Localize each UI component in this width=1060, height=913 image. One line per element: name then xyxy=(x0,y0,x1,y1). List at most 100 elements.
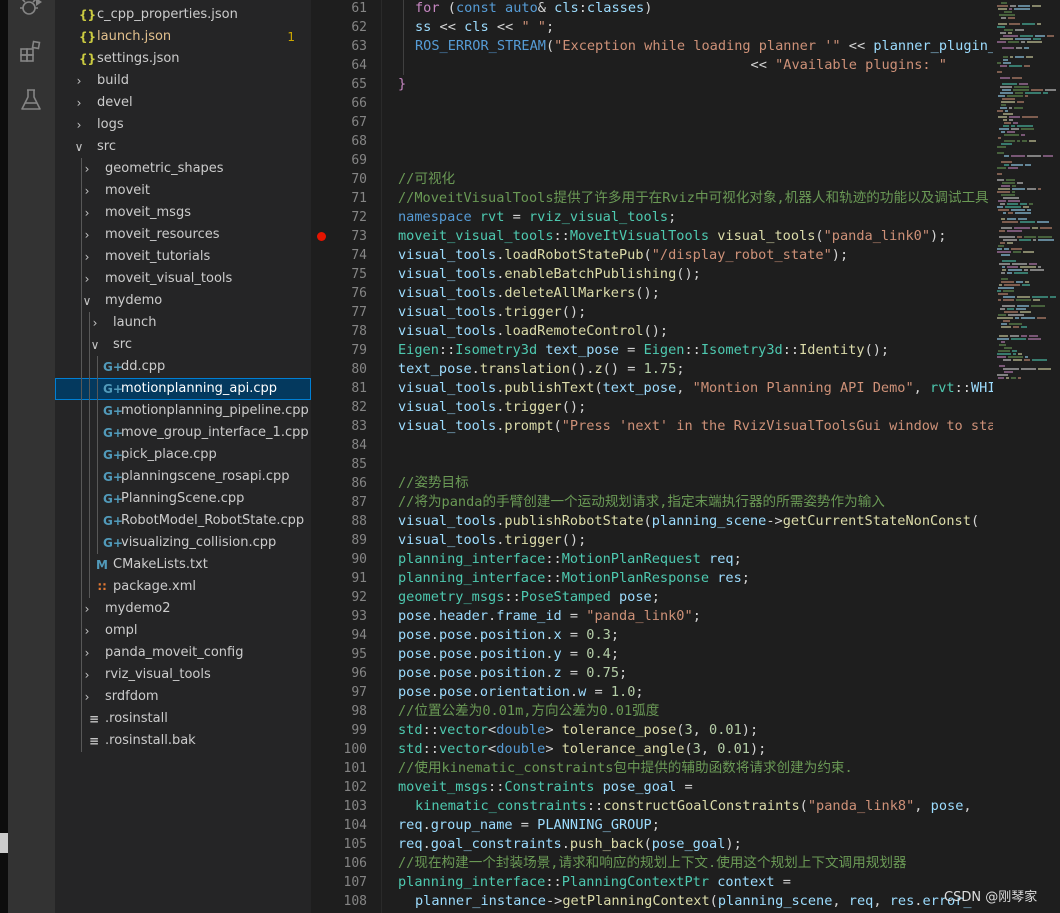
code-line[interactable]: namespace rvt = rviz_visual_tools; xyxy=(398,208,676,227)
code-line[interactable]: //MoveitVisualTools提供了许多用于在Rviz中可视化对象,机器… xyxy=(398,189,989,208)
code-line[interactable]: req.group_name = PLANNING_GROUP; xyxy=(398,816,660,835)
code-line[interactable]: planning_interface::MotionPlanRequest re… xyxy=(398,550,742,569)
tree-folder[interactable]: › moveit_msgs xyxy=(55,202,311,224)
code-line[interactable]: text_pose.translation().z() = 1.75; xyxy=(398,360,685,379)
code-line[interactable]: visual_tools.trigger(); xyxy=(398,303,586,322)
line-number-gutter[interactable]: 61 62 63 64 65 66 67 68 69 70 71 72 73 74 75 76 77 78 79 80… xyxy=(311,0,382,913)
code-line[interactable]: pose.pose.position.y = 0.4; xyxy=(398,645,619,664)
chevron-down-icon[interactable]: ∨ xyxy=(73,136,85,158)
chevron-right-icon[interactable]: › xyxy=(73,70,85,92)
tree-file[interactable]: G+ move_group_interface_1.cpp xyxy=(55,422,311,444)
code-line[interactable]: std::vector<double> tolerance_pose(3, 0.… xyxy=(398,721,758,740)
chevron-right-icon[interactable]: › xyxy=(81,598,93,620)
tree-file[interactable]: G+ motionplanning_pipeline.cpp xyxy=(55,400,311,422)
chevron-right-icon[interactable]: › xyxy=(81,158,93,180)
tree-folder[interactable]: › geometric_shapes xyxy=(55,158,311,180)
chevron-right-icon[interactable]: › xyxy=(81,664,93,686)
code-line[interactable]: visual_tools.enableBatchPublishing(); xyxy=(398,265,701,284)
tree-folder[interactable]: ∨ mydemo xyxy=(55,290,311,312)
code-line[interactable]: planning_interface::PlanningContextPtr c… xyxy=(398,873,791,892)
code-line[interactable]: std::vector<double> tolerance_angle(3, 0… xyxy=(398,740,766,759)
code-line[interactable]: //将为panda的手臂创建一个运动规划请求,指定末端执行器的所需姿势作为输入 xyxy=(398,493,885,512)
code-editor[interactable]: 61 62 63 64 65 66 67 68 69 70 71 72 73 74 75 76 77 78 79 80… xyxy=(311,0,1060,913)
code-line[interactable]: geometry_msgs::PoseStamped pose; xyxy=(398,588,660,607)
chevron-right-icon[interactable]: › xyxy=(81,180,93,202)
code-line[interactable]: visual_tools.trigger(); xyxy=(398,398,586,417)
code-line[interactable]: req.goal_constraints.push_back(pose_goal… xyxy=(398,835,742,854)
code-area[interactable]: for (const auto& cls:classes) ss << cls <… xyxy=(398,0,998,913)
chevron-right-icon[interactable]: › xyxy=(73,92,85,114)
testing-flask-icon[interactable] xyxy=(18,87,44,113)
code-line[interactable]: pose.pose.orientation.w = 1.0; xyxy=(398,683,644,702)
chevron-right-icon[interactable]: › xyxy=(89,312,101,334)
tree-folder[interactable]: › moveit_visual_tools xyxy=(55,268,311,290)
chevron-right-icon[interactable]: › xyxy=(81,246,93,268)
chevron-right-icon[interactable]: › xyxy=(81,224,93,246)
code-line[interactable]: } xyxy=(398,75,406,94)
chevron-down-icon[interactable]: ∨ xyxy=(89,334,101,356)
debug-icon[interactable] xyxy=(18,0,44,20)
tree-folder[interactable]: › logs xyxy=(55,114,311,136)
tree-folder[interactable]: › ompl xyxy=(55,620,311,642)
tree-file[interactable]: G+ planningscene_rosapi.cpp xyxy=(55,466,311,488)
code-line[interactable]: planning_interface::MotionPlanResponse r… xyxy=(398,569,750,588)
tree-file[interactable]: G+ RobotModel_RobotState.cpp xyxy=(55,510,311,532)
code-line[interactable]: pose.pose.position.z = 0.75; xyxy=(398,664,627,683)
code-line[interactable]: visual_tools.loadRobotStatePub("/display… xyxy=(398,246,848,265)
tree-file[interactable]: {} launch.json 1 xyxy=(55,26,311,48)
tree-file[interactable]: G+ pick_place.cpp xyxy=(55,444,311,466)
code-line[interactable]: visual_tools.trigger(); xyxy=(398,531,586,550)
tree-file[interactable]: {} c_cpp_properties.json xyxy=(55,4,311,26)
code-line[interactable]: ss << cls << " "; xyxy=(415,18,554,37)
chevron-right-icon[interactable]: › xyxy=(81,268,93,290)
chevron-right-icon[interactable]: › xyxy=(73,114,85,136)
tree-file[interactable]: ≡ .rosinstall xyxy=(55,708,311,730)
tree-file[interactable]: G+ dd.cpp xyxy=(55,356,311,378)
code-line[interactable]: //可视化 xyxy=(398,170,455,189)
tree-file[interactable]: M CMakeLists.txt xyxy=(55,554,311,576)
chevron-right-icon[interactable]: › xyxy=(81,642,93,664)
tree-folder[interactable]: › devel xyxy=(55,92,311,114)
tree-file[interactable]: G+ motionplanning_api.cpp xyxy=(55,378,311,400)
code-line[interactable]: //位置公差为0.01m,方向公差为0.01弧度 xyxy=(398,702,659,721)
code-line[interactable]: pose.header.frame_id = "panda_link0"; xyxy=(398,607,701,626)
code-line[interactable]: << "Available plugins: " xyxy=(415,56,947,75)
chevron-right-icon[interactable]: › xyxy=(81,202,93,224)
tree-folder[interactable]: ∨ src xyxy=(55,334,311,356)
code-line[interactable]: moveit_msgs::Constraints pose_goal = xyxy=(398,778,693,797)
chevron-right-icon[interactable]: › xyxy=(81,620,93,642)
chevron-right-icon[interactable]: › xyxy=(81,686,93,708)
code-line[interactable]: ROS_ERROR_STREAM("Exception while loadin… xyxy=(415,37,998,56)
tree-folder[interactable]: › rviz_visual_tools xyxy=(55,664,311,686)
code-line[interactable]: visual_tools.publishText(text_pose, "Mon… xyxy=(398,379,998,398)
tree-folder[interactable]: › panda_moveit_config xyxy=(55,642,311,664)
code-line[interactable]: kinematic_constraints::constructGoalCons… xyxy=(415,797,972,816)
extensions-icon[interactable] xyxy=(18,39,44,65)
tree-folder[interactable]: › moveit xyxy=(55,180,311,202)
code-line[interactable]: visual_tools.deleteAllMarkers(); xyxy=(398,284,660,303)
tree-folder[interactable]: › moveit_resources xyxy=(55,224,311,246)
code-line[interactable]: //现在构建一个封装场景,请求和响应的规划上下文.使用这个规划上下文调用规划器 xyxy=(398,854,907,873)
code-line[interactable]: moveit_visual_tools::MoveItVisualTools v… xyxy=(398,227,946,246)
code-line[interactable]: visual_tools.publishRobotState(planning_… xyxy=(398,512,979,531)
code-line[interactable]: //姿势目标 xyxy=(398,474,469,493)
tree-file[interactable]: ≡ .rosinstall.bak xyxy=(55,730,311,752)
code-line[interactable]: for (const auto& cls:classes) xyxy=(415,0,652,18)
chevron-down-icon[interactable]: ∨ xyxy=(81,290,93,312)
code-line[interactable]: planner_instance->getPlanningContext(pla… xyxy=(415,892,972,911)
tree-file[interactable]: {} settings.json xyxy=(55,48,311,70)
tree-folder[interactable]: › srdfdom xyxy=(55,686,311,708)
tree-folder[interactable]: › mydemo2 xyxy=(55,598,311,620)
code-line[interactable]: //使用kinematic_constraints包中提供的辅助函数将请求创建为… xyxy=(398,759,853,778)
tree-folder[interactable]: › build xyxy=(55,70,311,92)
tree-file[interactable]: ∷ package.xml xyxy=(55,576,311,598)
code-line[interactable]: pose.pose.position.x = 0.3; xyxy=(398,626,619,645)
code-line[interactable]: visual_tools.prompt("Press 'next' in the… xyxy=(398,417,998,436)
code-line[interactable]: Eigen::Isometry3d text_pose = Eigen::Iso… xyxy=(398,341,889,360)
tree-folder[interactable]: › moveit_tutorials xyxy=(55,246,311,268)
minimap[interactable] xyxy=(993,0,1060,913)
tree-folder[interactable]: › launch xyxy=(55,312,311,334)
tree-folder[interactable]: ∨ src xyxy=(55,136,311,158)
tree-file[interactable]: G+ visualizing_collision.cpp xyxy=(55,532,311,554)
tree-file[interactable]: G+ PlanningScene.cpp xyxy=(55,488,311,510)
